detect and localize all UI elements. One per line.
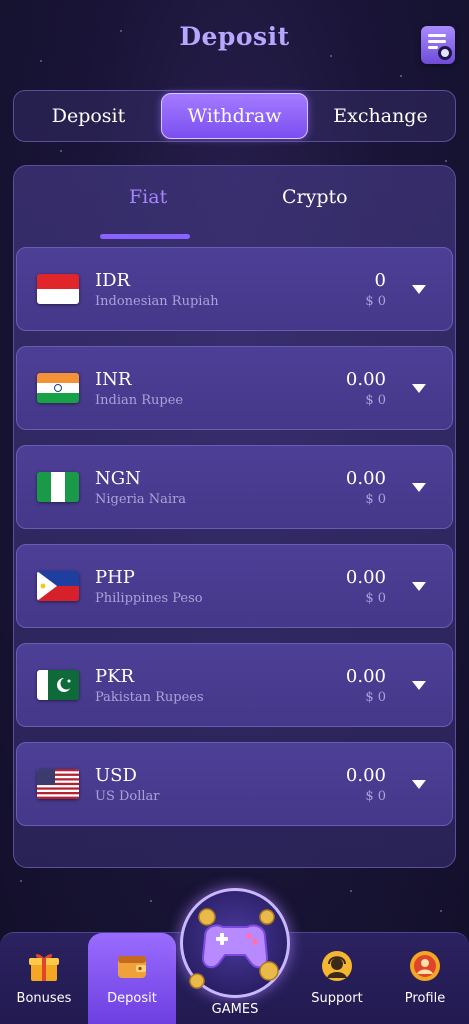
nav-bonuses-label: Bonuses xyxy=(16,991,72,1006)
currency-panel: Fiat Crypto IDR Indonesian Rupiah 0 $ 0 … xyxy=(13,165,456,868)
currency-usd-value: $ 0 xyxy=(365,789,386,804)
chevron-down-icon[interactable] xyxy=(412,582,426,591)
currency-amount: 0.00 xyxy=(345,369,386,390)
currency-usd-value: $ 0 xyxy=(365,690,386,705)
indonesia-flag-icon xyxy=(37,274,79,304)
nigeria-flag-icon xyxy=(37,472,79,502)
nav-games[interactable] xyxy=(180,888,290,998)
chevron-down-icon[interactable] xyxy=(412,681,426,690)
pakistan-flag-icon xyxy=(37,670,79,700)
chevron-down-icon[interactable] xyxy=(412,483,426,492)
nav-profile[interactable]: Profile xyxy=(381,933,469,1024)
wallet-icon xyxy=(118,956,146,978)
header: Deposit xyxy=(0,0,469,80)
chevron-down-icon[interactable] xyxy=(412,780,426,789)
nav-bonuses[interactable]: Bonuses xyxy=(0,933,88,1024)
currency-amount: 0.00 xyxy=(345,666,386,687)
currency-code: NGN xyxy=(95,468,141,489)
nav-support[interactable]: Support xyxy=(293,933,381,1024)
chevron-down-icon[interactable] xyxy=(412,285,426,294)
profile-gear-icon xyxy=(410,951,440,981)
chevron-down-icon[interactable] xyxy=(412,384,426,393)
tab-withdraw[interactable]: Withdraw xyxy=(161,93,308,139)
currency-row-idr[interactable]: IDR Indonesian Rupiah 0 $ 0 xyxy=(16,247,453,331)
nav-profile-label: Profile xyxy=(404,991,446,1006)
currency-usd-value: $ 0 xyxy=(365,294,386,309)
currency-name: Indian Rupee xyxy=(95,393,184,408)
nav-deposit[interactable]: Deposit xyxy=(88,933,176,1024)
currency-name: Nigeria Naira xyxy=(95,492,187,507)
currency-name: Philippines Peso xyxy=(95,591,203,606)
india-flag-icon xyxy=(37,373,79,403)
history-button[interactable] xyxy=(421,26,455,64)
gift-icon xyxy=(29,954,59,981)
usa-flag-icon xyxy=(37,769,79,799)
currency-name: US Dollar xyxy=(95,789,160,804)
currency-code: IDR xyxy=(95,270,131,291)
currency-row-inr[interactable]: INR Indian Rupee 0.00 $ 0 xyxy=(16,346,453,430)
currency-name: Indonesian Rupiah xyxy=(95,294,219,309)
subtab-crypto[interactable]: Crypto xyxy=(282,186,348,208)
main-tabs: Deposit Withdraw Exchange xyxy=(13,90,456,142)
tab-deposit[interactable]: Deposit xyxy=(16,93,161,139)
subtabs: Fiat Crypto xyxy=(14,186,455,239)
nav-games-label: GAMES xyxy=(211,1002,259,1017)
support-agent-icon xyxy=(322,951,352,981)
currency-code: PKR xyxy=(95,666,135,687)
currency-amount: 0.00 xyxy=(345,468,386,489)
currency-code: INR xyxy=(95,369,132,390)
gamepad-icon xyxy=(189,908,279,989)
nav-deposit-label: Deposit xyxy=(107,991,157,1006)
currency-usd-value: $ 0 xyxy=(365,591,386,606)
currency-amount: 0 xyxy=(374,270,386,291)
page-title: Deposit xyxy=(179,22,290,51)
currency-row-pkr[interactable]: PKR Pakistan Rupees 0.00 $ 0 xyxy=(16,643,453,727)
subtab-active-indicator xyxy=(100,234,190,239)
currency-row-usd[interactable]: USD US Dollar 0.00 $ 0 xyxy=(16,742,453,826)
currency-amount: 0.00 xyxy=(345,765,386,786)
currency-row-php[interactable]: PHP Philippines Peso 0.00 $ 0 xyxy=(16,544,453,628)
currency-code: USD xyxy=(95,765,137,786)
currency-amount: 0.00 xyxy=(345,567,386,588)
tab-exchange[interactable]: Exchange xyxy=(308,93,453,139)
currency-name: Pakistan Rupees xyxy=(95,690,204,705)
currency-usd-value: $ 0 xyxy=(365,393,386,408)
currency-row-ngn[interactable]: NGN Nigeria Naira 0.00 $ 0 xyxy=(16,445,453,529)
subtab-fiat[interactable]: Fiat xyxy=(129,186,167,208)
philippines-flag-icon xyxy=(37,571,79,601)
currency-code: PHP xyxy=(95,567,135,588)
nav-support-label: Support xyxy=(311,991,363,1006)
currency-usd-value: $ 0 xyxy=(365,492,386,507)
